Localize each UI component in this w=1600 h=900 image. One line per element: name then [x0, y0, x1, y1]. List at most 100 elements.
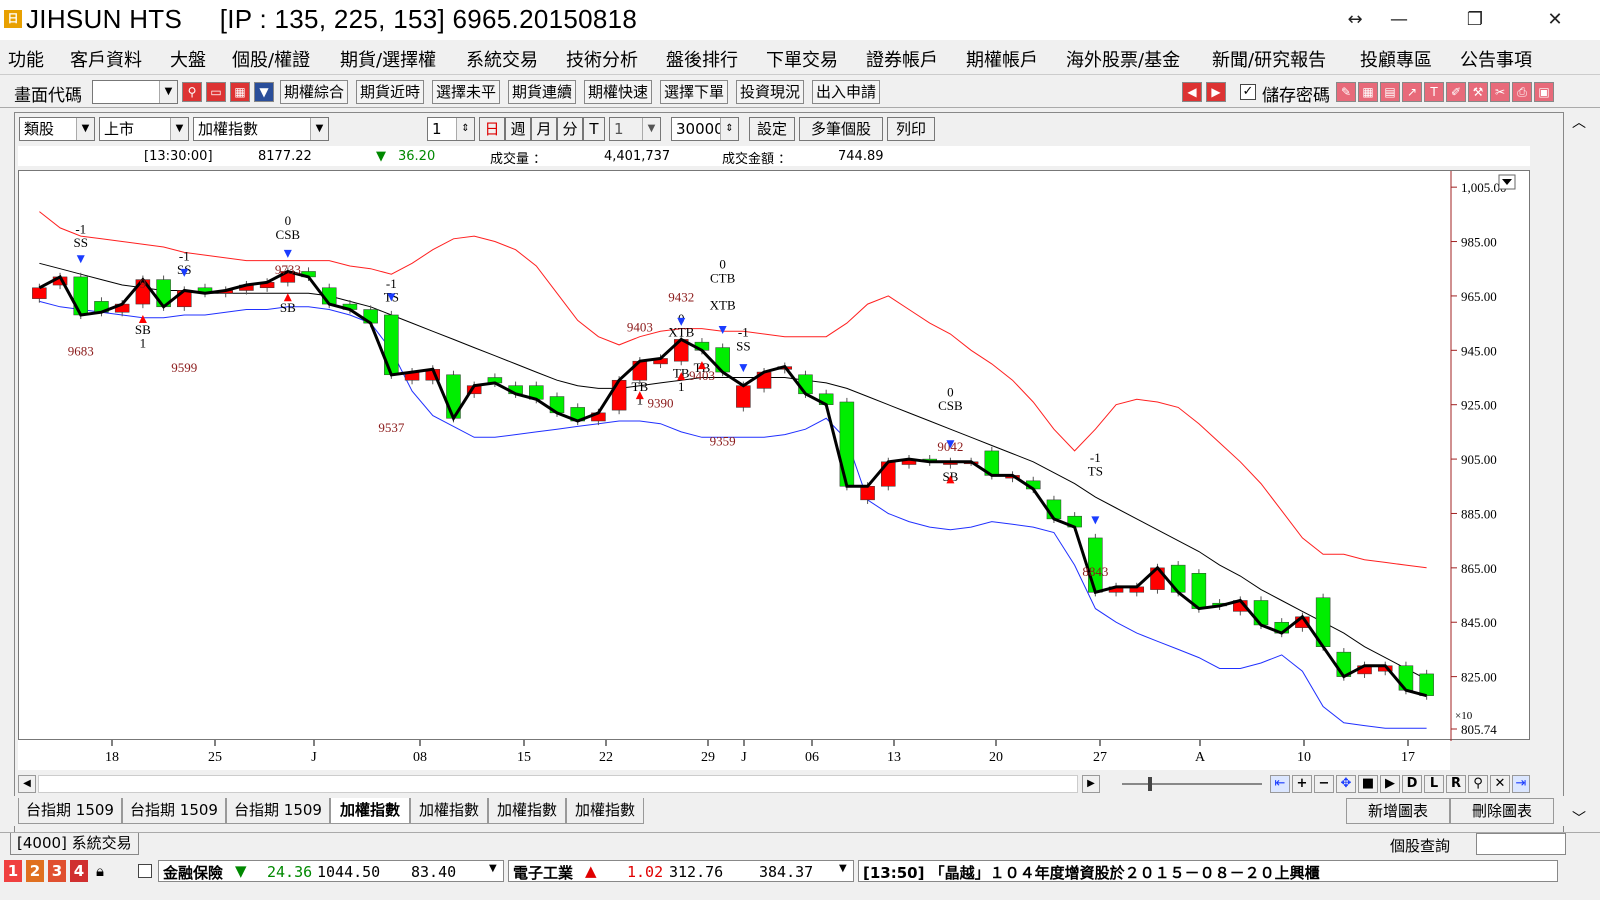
print-button[interactable]: 列印	[887, 117, 935, 141]
options-fast-button[interactable]: 期權快速	[584, 80, 653, 104]
dropdown-icon[interactable]: ▼	[254, 82, 274, 102]
chevron-down-icon[interactable]: ▼	[489, 863, 497, 874]
window-icon[interactable]: ▭	[206, 82, 226, 102]
line-view-icon[interactable]: L	[1424, 775, 1444, 793]
magnify-icon[interactable]: ⚲	[1468, 775, 1488, 793]
stock-query-input[interactable]	[1476, 833, 1566, 855]
investment-status-button[interactable]: 投資現況	[736, 80, 805, 104]
close-chart-icon[interactable]: ✕	[1490, 775, 1510, 793]
maximize-button[interactable]: ❐	[1460, 6, 1490, 34]
options-order-button[interactable]: 選擇下單	[660, 80, 729, 104]
tab-chart-4[interactable]: 加權指數	[330, 798, 410, 824]
period-stepper[interactable]: 1 ⇕	[427, 117, 475, 141]
chart-canvas[interactable]: 1,005.00985.00965.00945.00925.00905.0088…	[19, 171, 1531, 741]
menu-announcements[interactable]: 公告事項	[1460, 46, 1532, 72]
futures-continuous-button[interactable]: 期貨連續	[508, 80, 577, 104]
print-icon[interactable]: ⎙	[1512, 82, 1532, 102]
delete-chart-button[interactable]: 刪除圖表	[1450, 798, 1554, 824]
menu-market[interactable]: 大盤	[170, 46, 206, 72]
settings-button[interactable]: 設定	[749, 117, 795, 141]
tab-chart-3[interactable]: 台指期 1509	[226, 798, 330, 824]
menu-rankings[interactable]: 盤後排行	[666, 46, 738, 72]
export-icon[interactable]: ↗	[1402, 82, 1422, 102]
monthly-button[interactable]: 月	[531, 117, 557, 141]
transfer-request-button[interactable]: 出入申請	[812, 80, 881, 104]
search-icon[interactable]: ⚲	[182, 82, 202, 102]
stop-icon[interactable]: ■	[1358, 775, 1378, 793]
add-chart-button[interactable]: 新增圖表	[1346, 798, 1450, 824]
page-3-button[interactable]: 3	[48, 860, 66, 882]
ticker-checkbox[interactable]	[138, 864, 152, 878]
zoom-slider-handle[interactable]	[1148, 777, 1152, 791]
grid-icon[interactable]: ▦	[1358, 82, 1378, 102]
menu-options-account[interactable]: 期權帳戶	[966, 46, 1038, 72]
menu-securities-account[interactable]: 證券帳戶	[866, 46, 938, 72]
paint-icon[interactable]: ✂	[1490, 82, 1510, 102]
layout-icon[interactable]: ▤	[1380, 82, 1400, 102]
tab-system-trading[interactable]: [4000] 系統交易	[10, 833, 139, 855]
zoom-slider[interactable]	[1122, 783, 1262, 785]
edit-icon[interactable]: ✐	[1446, 82, 1466, 102]
tick-button[interactable]: T	[583, 117, 605, 141]
chevron-down-icon[interactable]: ▼	[839, 863, 847, 874]
menu-news[interactable]: 新聞/研究報告	[1212, 46, 1326, 72]
play-icon[interactable]: ▶	[1380, 775, 1400, 793]
minute-select[interactable]: 1 ▼	[609, 117, 661, 141]
futures-recent-button[interactable]: 期貨近時	[356, 80, 425, 104]
scroll-down-icon[interactable]: ﹀	[1572, 808, 1586, 828]
panel-icon[interactable]: ▣	[1534, 82, 1554, 102]
tools-icon[interactable]: ⚒	[1468, 82, 1488, 102]
menu-customer[interactable]: 客戶資料	[70, 46, 142, 72]
scroll-left-icon[interactable]: ◀	[18, 775, 36, 793]
last-icon[interactable]: ⇥	[1512, 775, 1530, 793]
vertical-scroll-bar[interactable]: ︿ ﹀	[1570, 112, 1592, 828]
zoom-in-icon[interactable]: +	[1292, 775, 1312, 793]
stepper-icon[interactable]: ⇕	[720, 118, 738, 140]
page-2-button[interactable]: 2	[26, 860, 44, 882]
lock-icon[interactable]: 🔒︎	[96, 862, 104, 880]
calculator-icon[interactable]: ▦	[230, 82, 250, 102]
menu-technical-analysis[interactable]: 技術分析	[566, 46, 638, 72]
page-4-button[interactable]: 4	[70, 860, 88, 882]
candlestick-chart[interactable]: 1,005.00 985.00 965.00 945.00 925.00 905.00 88…	[18, 170, 1531, 741]
minimize-button[interactable]: —	[1384, 6, 1414, 34]
move-icon[interactable]: ✥	[1336, 775, 1356, 793]
tab-chart-5[interactable]: 加權指數	[410, 798, 488, 824]
menu-order[interactable]: 下單交易	[766, 46, 838, 72]
menu-system-trading[interactable]: 系統交易	[466, 46, 538, 72]
market-select[interactable]: 上市 ▼	[99, 117, 189, 141]
pen-icon[interactable]: ✎	[1336, 82, 1356, 102]
sector-ticker-1[interactable]: 金融保險 ▼ 24.36 1044.50 83.40 ▼	[158, 860, 504, 882]
menu-advisory[interactable]: 投顧專區	[1360, 46, 1432, 72]
news-ticker[interactable]: [13:50] 「晶越」１０４年度增資股於２０１５－０８－２０上興櫃	[858, 860, 1558, 882]
scroll-up-icon[interactable]: ︿	[1572, 112, 1586, 132]
first-icon[interactable]: ⇤	[1270, 775, 1290, 793]
forward-arrow-icon[interactable]: ▶	[1206, 82, 1226, 102]
stepper-icon[interactable]: ⇕	[456, 118, 474, 140]
index-select[interactable]: 加權指數 ▼	[193, 117, 329, 141]
count-stepper[interactable]: 30000 ⇕	[671, 117, 739, 141]
weekly-button[interactable]: 週	[505, 117, 531, 141]
menu-function[interactable]: 功能	[8, 46, 44, 72]
zoom-out-icon[interactable]: −	[1314, 775, 1334, 793]
resize-icon[interactable]: ↔	[1340, 6, 1370, 34]
category-select[interactable]: 類股 ▼	[19, 117, 95, 141]
scroll-track[interactable]	[38, 775, 1078, 793]
daily-button[interactable]: 日	[479, 117, 505, 141]
tab-chart-6[interactable]: 加權指數	[488, 798, 566, 824]
options-open-button[interactable]: 選擇未平	[432, 80, 501, 104]
day-view-icon[interactable]: D	[1402, 775, 1422, 793]
tab-chart-2[interactable]: 台指期 1509	[122, 798, 226, 824]
tab-chart-1[interactable]: 台指期 1509	[18, 798, 122, 824]
tab-chart-7[interactable]: 加權指數	[566, 798, 644, 824]
scroll-right-icon[interactable]: ▶	[1082, 775, 1100, 793]
menu-stock-warrant[interactable]: 個股/權證	[232, 46, 310, 72]
text-icon[interactable]: T	[1424, 82, 1444, 102]
minute-button[interactable]: 分	[557, 117, 583, 141]
close-button[interactable]: ✕	[1540, 6, 1570, 34]
menu-futures-options[interactable]: 期貨/選擇權	[340, 46, 436, 72]
back-arrow-icon[interactable]: ◀	[1182, 82, 1202, 102]
screen-code-select[interactable]: ▼	[92, 80, 178, 104]
page-1-button[interactable]: 1	[4, 860, 22, 882]
options-overview-button[interactable]: 期權綜合	[280, 80, 349, 104]
